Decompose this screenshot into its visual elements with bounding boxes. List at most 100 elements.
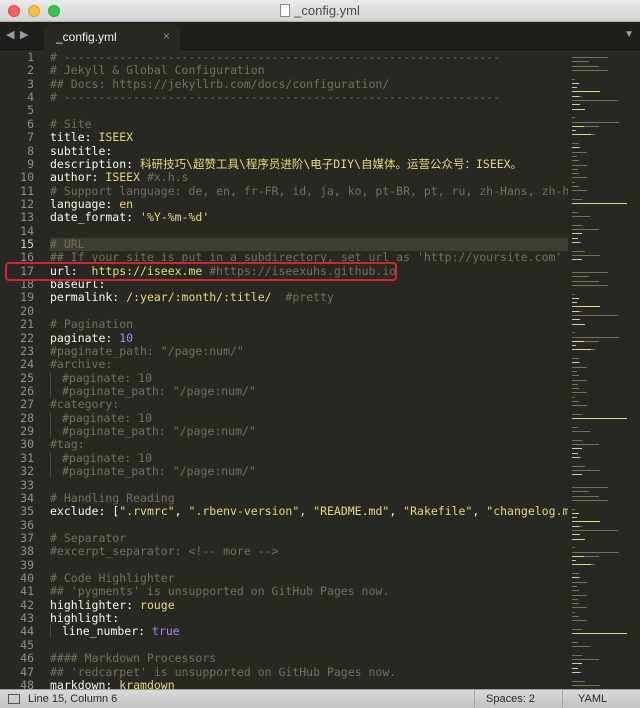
code-line[interactable]: # Handling Reading	[50, 491, 568, 505]
tab-menu-icon[interactable]: ▼	[624, 29, 634, 40]
code-token: highlight:	[50, 611, 120, 626]
code-editor[interactable]: 1 2 3 4 5 6 7 8 9 10 11 12 13 14 15 16 17 18 19 20 21 22 23 24 2…	[0, 51, 640, 689]
code-line[interactable]: # Code Highlighter	[50, 571, 568, 585]
code-line[interactable]: #paginate_path: "/page:num/"	[50, 424, 568, 439]
line-number: 29	[20, 424, 34, 439]
line-number: 23	[20, 343, 34, 358]
code-line[interactable]: #paginate: 10	[50, 370, 568, 385]
minimap-stroke	[572, 401, 579, 402]
code-line[interactable]: markdown: kramdown	[50, 678, 568, 689]
line-number: 8	[27, 143, 34, 158]
code-line[interactable]: # Pagination	[50, 318, 568, 331]
code-line[interactable]	[50, 479, 568, 492]
code-line[interactable]: #tag:	[50, 438, 568, 451]
minimap-stroke	[572, 598, 578, 600]
code-token: #paginate: 10	[62, 370, 153, 385]
code-line[interactable]	[50, 225, 568, 238]
tab-config-yml[interactable]: _config.yml ×	[44, 24, 180, 50]
minimap-stroke	[591, 134, 595, 136]
code-line[interactable]: paginate: 10	[50, 331, 568, 345]
code-line[interactable]: baseurl:	[50, 277, 568, 291]
line-number: 11	[20, 183, 34, 198]
code-line[interactable]	[50, 305, 568, 318]
minimap-stroke	[572, 323, 579, 325]
minimap-stroke	[572, 396, 575, 398]
minimap-stroke	[572, 155, 577, 157]
code-line[interactable]: # URL	[50, 237, 568, 252]
close-tab-icon[interactable]: ×	[163, 29, 170, 43]
code-line[interactable]: highlighter: rouge	[50, 598, 568, 612]
code-line[interactable]: title: ISEEX	[50, 130, 568, 144]
indent-guide	[50, 384, 62, 398]
minimap[interactable]	[570, 51, 640, 689]
minimap-stroke	[572, 491, 589, 493]
minimap-stroke	[575, 555, 584, 557]
code-line[interactable]: # Support language: de, en, fr-FR, id, j…	[50, 184, 568, 198]
minimap-stroke	[572, 508, 575, 510]
indentation-selector[interactable]: Spaces: 2	[486, 693, 535, 705]
minimap-stroke	[572, 616, 579, 617]
code-line[interactable]: # --------------------------------------…	[50, 90, 568, 104]
line-number: 6	[27, 116, 34, 131]
syntax-selector[interactable]: YAML	[578, 693, 607, 705]
nav-forward-icon[interactable]: ▶	[20, 28, 28, 41]
code-line[interactable]: #paginate_path: "/page:num/"	[50, 344, 568, 358]
code-token: #paginate_path: "/page:num/"	[62, 464, 256, 479]
code-line[interactable]: exclude: [".rvmrc", ".rbenv-version", "R…	[50, 505, 568, 518]
minimap-stroke	[572, 659, 599, 660]
code-line[interactable]: description: 科研技巧\超赞工具\程序员进阶\电子DIY\自媒体。运…	[50, 157, 568, 171]
code-token: ## If your site is put in a subdirectory…	[50, 250, 563, 265]
code-line[interactable]: ## 'redcarpet' is unsupported on GitHub …	[50, 665, 568, 679]
minimap-stroke	[572, 164, 587, 166]
minimap-stroke	[579, 538, 585, 540]
code-line[interactable]	[50, 519, 568, 532]
code-line[interactable]: #paginate_path: "/page:num/"	[50, 384, 568, 398]
code-line[interactable]: # --------------------------------------…	[50, 51, 568, 64]
code-area[interactable]: # --------------------------------------…	[50, 51, 568, 689]
minimap-stroke	[572, 358, 579, 359]
code-token: ,	[389, 504, 404, 519]
code-line[interactable]: #category:	[50, 398, 568, 411]
minimap-stroke	[585, 203, 594, 205]
code-line[interactable]: ## Docs: https://jekyllrb.com/docs/confi…	[50, 77, 568, 91]
minimap-stroke	[572, 465, 585, 467]
code-line[interactable]: language: en	[50, 196, 568, 211]
line-number: 17	[20, 263, 34, 278]
minimap-stroke	[572, 302, 577, 304]
code-line[interactable]: #paginate: 10	[50, 411, 568, 425]
code-line[interactable]: permalink: /:year/:month/:title/ #pretty	[50, 291, 568, 304]
code-line[interactable]	[50, 104, 568, 117]
code-line[interactable]: subtitle:	[50, 144, 568, 158]
code-line[interactable]: #excerpt_separator: <!-- more -->	[50, 545, 568, 558]
nav-back-icon[interactable]: ◀	[6, 28, 14, 41]
code-line[interactable]: # Site	[50, 117, 568, 131]
code-line[interactable]: line_number: true	[50, 624, 568, 639]
code-line[interactable]: highlight:	[50, 611, 568, 626]
minimap-stroke	[572, 160, 579, 162]
code-line[interactable]	[50, 639, 568, 652]
code-token: ,	[299, 504, 314, 519]
code-line[interactable]: url: https://iseex.me #https://iseexuhs.…	[50, 264, 568, 278]
minimap-stroke	[572, 229, 599, 230]
code-token: en	[119, 196, 134, 211]
code-line[interactable]: #paginate_path: "/page:num/"	[50, 464, 568, 479]
code-line[interactable]: ## 'pygments' is unsupported on GitHub P…	[50, 585, 568, 598]
line-number: 26	[20, 383, 34, 398]
code-line[interactable]: #paginate: 10	[50, 451, 568, 465]
code-line[interactable]: #archive:	[50, 358, 568, 371]
minimap-stroke	[622, 418, 627, 420]
code-line[interactable]: author: ISEEX #x.h.s	[50, 171, 568, 184]
code-line[interactable]: #### Markdown Processors	[50, 651, 568, 665]
code-line[interactable]: date_format: '%Y-%m-%d'	[50, 211, 568, 224]
code-line[interactable]: ## If your site is put in a subdirectory…	[50, 251, 568, 264]
code-line[interactable]	[50, 559, 568, 572]
code-line[interactable]: # Separator	[50, 531, 568, 545]
line-number: 39	[20, 557, 34, 572]
code-line[interactable]: # Jekyll & Global Configuration	[50, 64, 568, 77]
minimap-stroke	[572, 641, 578, 643]
line-number: 28	[20, 410, 34, 425]
minimap-stroke	[579, 95, 582, 97]
code-token: line_number:	[62, 624, 153, 639]
panel-toggle-icon[interactable]	[8, 694, 20, 704]
minimap-stroke	[584, 340, 599, 342]
